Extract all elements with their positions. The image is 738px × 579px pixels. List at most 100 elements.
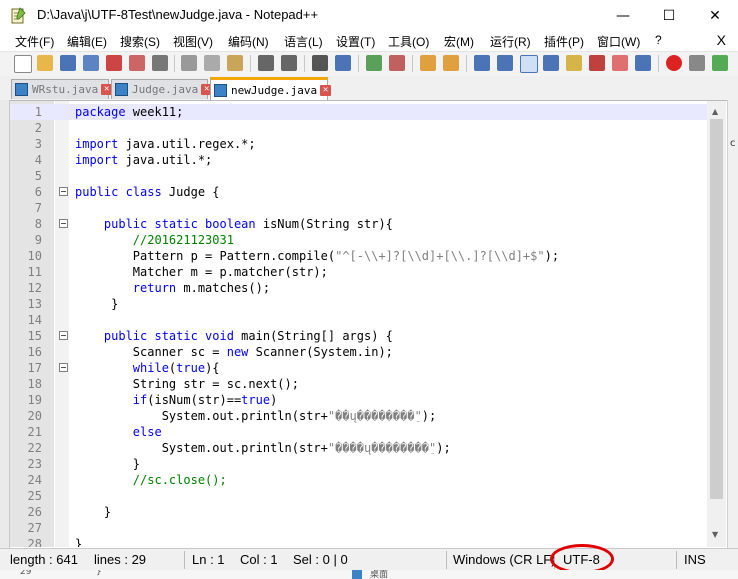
new-file-icon[interactable] [14,55,32,73]
code-line[interactable]: 10 Pattern p = Pattern.compile("^[-\\+]?… [10,248,707,264]
code-editor[interactable]: 1 package week11; 2 3 import java.util.reg… [10,101,707,547]
code-line[interactable]: 14 [10,312,707,328]
tab-newjudge[interactable]: newJudge.java ✕ [210,77,332,100]
code-line[interactable]: 11 Matcher m = p.matcher(str); [10,264,707,280]
fold-toggle-icon[interactable] [59,331,68,340]
tab-wrstu[interactable]: WRstu.java ✕ [11,79,113,99]
code-line[interactable]: 27 [10,520,707,536]
menu-window[interactable]: 窗口(W) [597,33,640,50]
scroll-down-icon[interactable]: ▼ [712,530,718,539]
undo-icon[interactable] [258,55,274,71]
cut-icon[interactable] [181,55,197,71]
stop-record-icon[interactable] [689,55,705,71]
fold-toggle-icon[interactable] [59,363,68,372]
code-line[interactable]: 17 while(true){ [10,360,707,376]
code-line[interactable]: 3 import java.util.regex.*; [10,136,707,152]
close-all-icon[interactable] [129,55,145,71]
menu-file[interactable]: 文件(F) [15,33,54,50]
print-icon[interactable] [152,55,168,71]
toolbar [0,51,738,76]
status-separator [446,551,447,569]
code-line[interactable]: 12 return m.matches(); [10,280,707,296]
status-column: Col : 1 [240,552,278,567]
menu-run[interactable]: 运行(R) [490,33,531,50]
menu-tools[interactable]: 工具(O) [388,33,429,50]
status-bar: length : 641 lines : 29 Ln : 1 Col : 1 S… [0,548,738,571]
close-file-icon[interactable] [106,55,122,71]
tab-close-icon[interactable]: ✕ [320,84,332,96]
indent-guide-icon[interactable] [520,55,538,73]
tab-label: WRstu.java [32,83,99,96]
scroll-up-icon[interactable]: ▲ [712,107,718,116]
title-bar: D:\Java\j\UTF-8Test\newJudge.java - Note… [0,0,738,31]
zoom-out-icon[interactable] [389,55,405,71]
code-line[interactable]: 23 } [10,456,707,472]
tab-label: newJudge.java [231,83,318,97]
code-line[interactable]: 16 Scanner sc = new Scanner(System.in); [10,344,707,360]
menu-edit[interactable]: 编辑(E) [67,33,107,50]
code-line[interactable]: 2 [10,120,707,136]
minimize-button[interactable]: — [600,0,646,31]
save-all-icon[interactable] [83,55,99,71]
status-length: length : 641 [10,552,78,567]
vertical-scrollbar[interactable]: ▲ ▼ [707,101,726,547]
open-file-icon[interactable] [37,55,53,71]
user-lang-icon[interactable] [543,55,559,71]
code-line[interactable]: 22 System.out.println(str+"����ų��������… [10,440,707,456]
menu-help[interactable]: ? [655,33,662,47]
play-macro-icon[interactable] [712,55,728,71]
replace-icon[interactable] [335,55,351,71]
code-line[interactable]: 6 public class Judge { [10,184,707,200]
folder-workspace-icon[interactable] [612,55,628,71]
show-all-chars-icon[interactable] [497,55,513,71]
code-line[interactable]: 5 [10,168,707,184]
monitoring-icon[interactable] [635,55,651,71]
code-line[interactable]: 25 [10,488,707,504]
fold-toggle-icon[interactable] [59,219,68,228]
code-line[interactable]: 9 //201621123031 [10,232,707,248]
maximize-button[interactable]: ☐ [646,0,692,31]
doc-map-icon[interactable] [566,55,582,71]
status-line-number: Ln : 1 [192,552,225,567]
sync-vertical-icon[interactable] [420,55,436,71]
menu-macro[interactable]: 宏(M) [444,33,474,50]
menu-encoding[interactable]: 编码(N) [228,33,269,50]
code-line[interactable]: 26 } [10,504,707,520]
redo-icon[interactable] [281,55,297,71]
menu-settings[interactable]: 设置(T) [336,33,375,50]
code-line[interactable]: 13 } [10,296,707,312]
close-window-button[interactable]: ✕ [692,0,738,31]
code-line[interactable]: 21 else [10,424,707,440]
word-wrap-icon[interactable] [474,55,490,71]
scrollbar-thumb[interactable] [710,119,723,499]
menu-bar: 文件(F) 编辑(E) 搜索(S) 视图(V) 编码(N) 语言(L) 设置(T… [0,31,738,51]
save-icon[interactable] [60,55,76,71]
close-document-button[interactable]: X [717,32,726,48]
code-line[interactable]: 7 [10,200,707,216]
code-line[interactable]: 4 import java.util.*; [10,152,707,168]
code-line[interactable]: 19 if(isNum(str)==true) [10,392,707,408]
tab-judge[interactable]: Judge.java ✕ [111,79,213,99]
menu-search[interactable]: 搜索(S) [120,33,160,50]
zoom-in-icon[interactable] [366,55,382,71]
status-separator [676,551,677,569]
menu-plugins[interactable]: 插件(P) [544,33,584,50]
code-line[interactable]: 8 public static boolean isNum(String str… [10,216,707,232]
sync-horizontal-icon[interactable] [443,55,459,71]
code-line[interactable]: 28} [10,536,707,547]
record-macro-icon[interactable] [666,55,682,71]
code-line[interactable]: 20 System.out.println(str+"��ų��������ֵ"… [10,408,707,424]
window-title: D:\Java\j\UTF-8Test\newJudge.java - Note… [37,7,319,22]
code-line[interactable]: 18 String str = sc.next(); [10,376,707,392]
code-line[interactable]: 15 public static void main(String[] args… [10,328,707,344]
fold-toggle-icon[interactable] [59,187,68,196]
function-list-icon[interactable] [589,55,605,71]
code-line[interactable]: 1 package week11; [10,104,707,120]
find-icon[interactable] [312,55,328,71]
file-icon [15,83,28,96]
copy-icon[interactable] [204,55,220,71]
code-line[interactable]: 24 //sc.close(); [10,472,707,488]
menu-view[interactable]: 视图(V) [173,33,213,50]
menu-language[interactable]: 语言(L) [284,33,323,50]
paste-icon[interactable] [227,55,243,71]
